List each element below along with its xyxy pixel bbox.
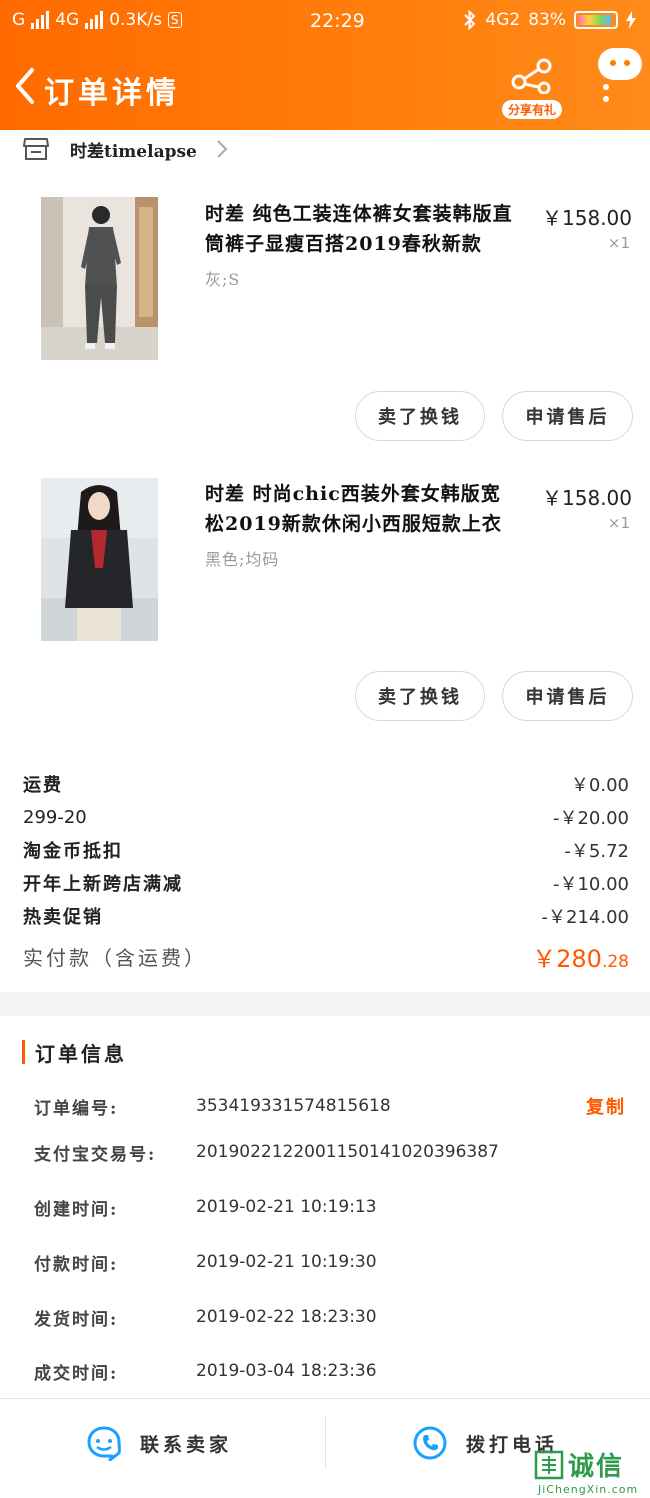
product-sku-1: 灰;S [205,270,241,289]
product-price-2: ￥158.00 [542,486,632,510]
info-label: 发货时间: [34,1309,119,1330]
info-row-created: 创建时间: 2019-02-21 10:19:13 [34,1192,626,1222]
product-qty-2: ×1 [607,514,630,532]
info-value: 2019-02-21 10:19:30 [196,1252,377,1272]
info-row-paid: 付款时间: 2019-02-21 10:19:30 [34,1247,626,1277]
after-sale-button-2[interactable]: 申请售后 [502,671,633,721]
fee-label: 热卖促销 [23,907,103,928]
chat-bubble-icon [87,1426,121,1461]
back-icon[interactable] [12,66,38,106]
info-label: 成交时间: [34,1363,119,1384]
contact-seller-button[interactable]: 联系卖家 [86,1421,232,1465]
info-value: 2019-02-22 18:23:30 [196,1307,377,1327]
total-value: ￥280.28 [532,939,629,974]
phone-icon [413,1426,447,1460]
fee-row-shipping: 运费 ￥0.00 [23,769,629,799]
page-title: 订单详情 [44,76,180,111]
share-button[interactable]: 分享有礼 [502,58,562,119]
total-row: 实付款（含运费） ￥280.28 [23,938,629,974]
fee-row-promotion: 热卖促销 -￥214.00 [23,901,629,931]
more-button[interactable] [598,48,644,108]
info-row-completed: 成交时间: 2019-03-04 18:23:36 [34,1356,626,1386]
battery-icon [574,11,618,29]
total-dec: .28 [601,951,629,972]
fee-label: 开年上新跨店满减 [23,874,183,895]
shop-icon [23,138,49,160]
product-price-1: ￥158.00 [542,206,632,230]
order-info-header: 订单信息 [22,1038,127,1066]
order-info-title: 订单信息 [35,1041,127,1066]
share-icon [511,58,552,95]
product-title-2[interactable]: 时差 时尚chic西装外套女韩版宽松2019新款休闲小西服短款上衣 [205,479,520,539]
section-divider [0,992,650,1016]
fee-row-cross-store: 开年上新跨店满减 -￥10.00 [23,868,629,898]
message-icon [598,48,642,80]
fee-value: -￥20.00 [552,808,629,829]
carrier-1: G [12,10,26,30]
contact-seller-label: 联系卖家 [140,1433,233,1456]
total-int: ￥280 [532,944,602,973]
info-row-alipay-no: 支付宝交易号: 2019022122001150141020396387 [34,1137,626,1167]
fee-value: -￥214.00 [541,907,629,928]
fee-value: ￥0.00 [570,775,629,796]
charging-icon [626,11,636,29]
chevron-right-icon [217,140,228,158]
share-label: 分享有礼 [502,100,562,119]
watermark-url: JiChengXin.com [538,1483,639,1496]
info-value: 2019022122001150141020396387 [196,1142,499,1162]
app-header: G 4G 0.3K/s S 22:29 4G2 83% 订单详情 分享有礼 [0,0,650,130]
bluetooth-icon [464,10,476,30]
info-label: 付款时间: [34,1254,119,1275]
after-sale-button-1[interactable]: 申请售后 [502,391,633,441]
product-qty-1: ×1 [607,234,630,252]
sell-button-2[interactable]: 卖了换钱 [355,671,485,721]
watermark-logo-icon [534,1450,564,1480]
product-image-1[interactable] [41,197,158,360]
more-dots-icon [603,84,609,108]
info-label: 支付宝交易号: [34,1144,157,1165]
signal-icon-2 [85,11,104,29]
info-row-shipped: 发货时间: 2019-02-22 18:23:30 [34,1302,626,1332]
carrier-2: 4G [55,10,80,30]
fee-label: 299-20 [23,806,87,828]
info-label: 创建时间: [34,1199,119,1220]
status-time: 22:29 [310,10,365,32]
bottom-divider [325,1417,326,1469]
fee-row-coins: 淘金币抵扣 -￥5.72 [23,835,629,865]
total-label: 实付款（含运费） [23,945,207,970]
product-title-1[interactable]: 时差 纯色工装连体裤女套装韩版直筒裤子显瘦百搭2019春秋新款 [205,199,520,259]
fee-value: -￥5.72 [564,841,629,862]
battery-percent: 83% [528,10,566,30]
fee-label: 运费 [23,775,63,796]
info-value: 2019-02-21 10:19:13 [196,1197,377,1217]
watermark-text: 诚信 [568,1452,625,1482]
section-accent-bar [22,1040,25,1064]
product-image-2[interactable] [41,478,158,641]
shop-row[interactable]: 时差timelapse [22,132,229,166]
info-row-order-no: 订单编号: 353419331574815618 复制 [34,1091,626,1121]
copy-button[interactable]: 复制 [586,1093,626,1119]
info-label: 订单编号: [34,1098,119,1119]
network-type: 4G2 [485,10,521,30]
info-value: 2019-03-04 18:23:36 [196,1361,377,1381]
signal-icon [31,11,50,29]
fee-value: -￥10.00 [552,874,629,895]
shop-name: 时差timelapse [70,141,197,162]
s-icon: S [167,12,182,28]
info-value: 353419331574815618 [196,1096,391,1116]
fee-label: 淘金币抵扣 [23,841,123,862]
product-sku-2: 黑色;均码 [205,550,280,569]
status-bar: G 4G 0.3K/s S 22:29 4G2 83% [12,10,636,36]
site-watermark: 诚信 JiChengXin.com [532,1448,650,1498]
fee-row-coupon: 299-20 -￥20.00 [23,802,629,832]
net-speed: 0.3K/s [109,10,162,30]
sell-button-1[interactable]: 卖了换钱 [355,391,485,441]
